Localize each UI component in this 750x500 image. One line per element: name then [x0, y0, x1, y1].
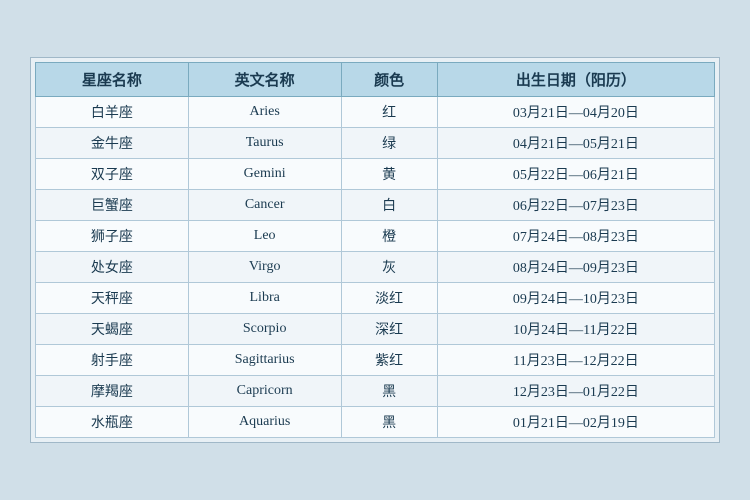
col-header-chinese: 星座名称	[36, 63, 189, 97]
table-row: 金牛座Taurus绿04月21日—05月21日	[36, 128, 715, 159]
table-row: 处女座Virgo灰08月24日—09月23日	[36, 252, 715, 283]
table-row: 天蝎座Scorpio深红10月24日—11月22日	[36, 314, 715, 345]
cell-color: 黑	[341, 407, 437, 438]
cell-color: 黑	[341, 376, 437, 407]
cell-color: 紫红	[341, 345, 437, 376]
cell-chinese-name: 天秤座	[36, 283, 189, 314]
cell-color: 深红	[341, 314, 437, 345]
zodiac-table-container: 星座名称 英文名称 颜色 出生日期（阳历） 白羊座Aries红03月21日—04…	[30, 57, 720, 443]
col-header-date: 出生日期（阳历）	[437, 63, 714, 97]
col-header-english: 英文名称	[188, 63, 341, 97]
cell-date: 05月22日—06月21日	[437, 159, 714, 190]
cell-english-name: Scorpio	[188, 314, 341, 345]
cell-color: 橙	[341, 221, 437, 252]
cell-date: 07月24日—08月23日	[437, 221, 714, 252]
cell-chinese-name: 射手座	[36, 345, 189, 376]
cell-english-name: Cancer	[188, 190, 341, 221]
cell-date: 01月21日—02月19日	[437, 407, 714, 438]
table-row: 白羊座Aries红03月21日—04月20日	[36, 97, 715, 128]
table-row: 水瓶座Aquarius黑01月21日—02月19日	[36, 407, 715, 438]
table-row: 射手座Sagittarius紫红11月23日—12月22日	[36, 345, 715, 376]
cell-date: 06月22日—07月23日	[437, 190, 714, 221]
cell-date: 08月24日—09月23日	[437, 252, 714, 283]
cell-date: 12月23日—01月22日	[437, 376, 714, 407]
table-row: 天秤座Libra淡红09月24日—10月23日	[36, 283, 715, 314]
cell-date: 10月24日—11月22日	[437, 314, 714, 345]
cell-chinese-name: 双子座	[36, 159, 189, 190]
cell-english-name: Capricorn	[188, 376, 341, 407]
cell-chinese-name: 水瓶座	[36, 407, 189, 438]
col-header-color: 颜色	[341, 63, 437, 97]
cell-english-name: Aries	[188, 97, 341, 128]
cell-date: 04月21日—05月21日	[437, 128, 714, 159]
cell-color: 黄	[341, 159, 437, 190]
cell-date: 03月21日—04月20日	[437, 97, 714, 128]
cell-english-name: Taurus	[188, 128, 341, 159]
cell-english-name: Sagittarius	[188, 345, 341, 376]
cell-color: 白	[341, 190, 437, 221]
cell-color: 绿	[341, 128, 437, 159]
cell-chinese-name: 摩羯座	[36, 376, 189, 407]
cell-date: 09月24日—10月23日	[437, 283, 714, 314]
cell-date: 11月23日—12月22日	[437, 345, 714, 376]
cell-color: 灰	[341, 252, 437, 283]
cell-english-name: Virgo	[188, 252, 341, 283]
cell-chinese-name: 金牛座	[36, 128, 189, 159]
zodiac-table: 星座名称 英文名称 颜色 出生日期（阳历） 白羊座Aries红03月21日—04…	[35, 62, 715, 438]
table-row: 狮子座Leo橙07月24日—08月23日	[36, 221, 715, 252]
table-row: 双子座Gemini黄05月22日—06月21日	[36, 159, 715, 190]
cell-chinese-name: 处女座	[36, 252, 189, 283]
cell-english-name: Gemini	[188, 159, 341, 190]
cell-chinese-name: 白羊座	[36, 97, 189, 128]
cell-color: 红	[341, 97, 437, 128]
cell-chinese-name: 天蝎座	[36, 314, 189, 345]
table-header-row: 星座名称 英文名称 颜色 出生日期（阳历）	[36, 63, 715, 97]
table-body: 白羊座Aries红03月21日—04月20日金牛座Taurus绿04月21日—0…	[36, 97, 715, 438]
cell-english-name: Libra	[188, 283, 341, 314]
table-row: 巨蟹座Cancer白06月22日—07月23日	[36, 190, 715, 221]
cell-english-name: Leo	[188, 221, 341, 252]
cell-chinese-name: 巨蟹座	[36, 190, 189, 221]
cell-chinese-name: 狮子座	[36, 221, 189, 252]
table-row: 摩羯座Capricorn黑12月23日—01月22日	[36, 376, 715, 407]
cell-english-name: Aquarius	[188, 407, 341, 438]
cell-color: 淡红	[341, 283, 437, 314]
